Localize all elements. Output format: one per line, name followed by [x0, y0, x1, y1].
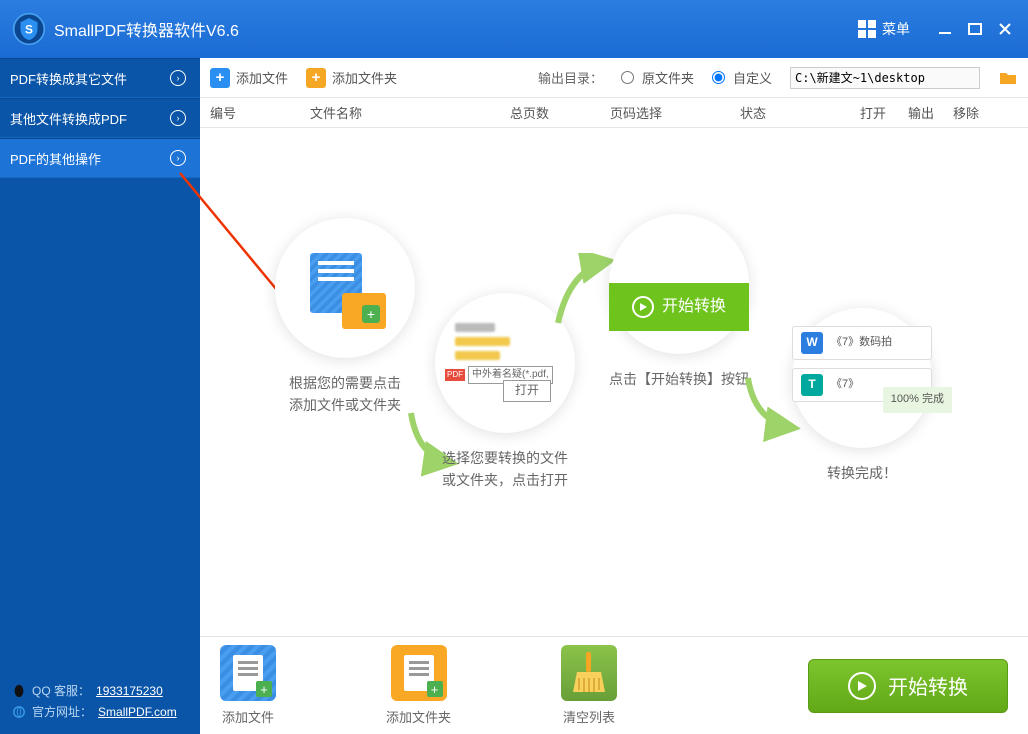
app-logo-icon: S [12, 12, 46, 46]
step3-caption: 点击【开始转换】按钮 [594, 368, 764, 390]
add-file-label: 添加文件 [236, 68, 288, 87]
progress-badge: 100% 完成 [883, 387, 952, 413]
globe-icon [12, 705, 26, 719]
output-radio-custom[interactable]: 自定义 [712, 68, 772, 87]
col-pagesel: 页码选择 [610, 103, 740, 122]
menu-grid-icon [858, 20, 876, 38]
tutorial-step-3: 开始转换 点击【开始转换】按钮 [594, 214, 764, 390]
site-link[interactable]: SmallPDF.com [98, 705, 177, 719]
menu-button[interactable]: 菜单 [858, 19, 910, 39]
app-window: S SmallPDF转换器软件V6.6 菜单 PDF转换成其它文件 › 其他文件… [0, 0, 1028, 734]
start-label: 开始转换 [888, 671, 968, 700]
folder-icon [999, 70, 1017, 85]
sidebar-item-pdf-to-other[interactable]: PDF转换成其它文件 › [0, 58, 200, 98]
content-area: + 根据您的需要点击 添加文件或文件夹 [200, 128, 1028, 636]
app-title: SmallPDF转换器软件V6.6 [54, 17, 858, 41]
col-filename: 文件名称 [310, 103, 510, 122]
text-icon: T [801, 374, 823, 396]
add-folder-button[interactable]: + 添加文件夹 [306, 68, 397, 88]
word-icon: W [801, 332, 823, 354]
result-filename: 《7》 [831, 376, 859, 394]
play-icon [848, 672, 876, 700]
add-file-icon: + [210, 68, 230, 88]
output-dir-label: 输出目录： [538, 68, 603, 87]
minimize-button[interactable] [930, 14, 960, 44]
sidebar-footer: QQ 客服： 1933175230 官方网址： SmallPDF.com [0, 668, 200, 734]
add-folder-label: 添加文件夹 [332, 68, 397, 87]
col-remove: 移除 [953, 103, 998, 122]
qq-label: QQ 客服： [32, 682, 90, 699]
add-file-button[interactable]: + 添加文件 [210, 68, 288, 88]
titlebar: S SmallPDF转换器软件V6.6 菜单 [0, 0, 1028, 58]
start-convert-button[interactable]: 开始转换 [808, 659, 1008, 713]
qq-link[interactable]: 1933175230 [96, 684, 163, 698]
result-filename: 《7》数码拍 [831, 334, 892, 352]
chevron-right-icon: › [170, 150, 186, 166]
play-icon [632, 296, 654, 318]
start-convert-mock-button: 开始转换 [609, 283, 749, 331]
pdf-icon: PDF [445, 369, 465, 381]
sidebar-item-other-to-pdf[interactable]: 其他文件转换成PDF › [0, 98, 200, 138]
col-pages: 总页数 [510, 103, 610, 122]
sidebar-item-label: 其他文件转换成PDF [10, 109, 127, 128]
tutorial-step-2: PDF 中外着名疑(*.pdf, 打开 选择您要转换的文件 或文件夹，点击打开 [420, 293, 590, 492]
step4-caption: 转换完成！ [772, 462, 952, 484]
sidebar-item-label: PDF转换成其它文件 [10, 69, 127, 88]
output-path-input[interactable] [790, 67, 980, 89]
tutorial-step-4: W 《7》数码拍 T 《7》 100% 完成 转换完成！ [772, 308, 952, 484]
step2-caption: 选择您要转换的文件 或文件夹，点击打开 [420, 447, 590, 492]
sidebar-item-pdf-ops[interactable]: PDF的其他操作 › [0, 138, 200, 178]
file-browser-mock: PDF 中外着名疑(*.pdf, 打开 [445, 318, 565, 418]
result-item: W 《7》数码拍 [792, 326, 932, 360]
chevron-right-icon: › [170, 70, 186, 86]
qq-icon [12, 684, 26, 698]
toolbar: + 添加文件 + 添加文件夹 输出目录： 原文件夹 自定义 [200, 58, 1028, 98]
maximize-button[interactable] [960, 14, 990, 44]
sidebar: PDF转换成其它文件 › 其他文件转换成PDF › PDF的其他操作 › QQ … [0, 58, 200, 734]
plus-icon: + [362, 305, 380, 323]
mock-open-button: 打开 [503, 380, 551, 402]
bottombar: + 添加文件 + 添加文件夹 [200, 636, 1028, 734]
col-id: 编号 [210, 103, 310, 122]
close-button[interactable] [990, 14, 1020, 44]
add-file-big-button[interactable]: + 添加文件 [220, 645, 276, 726]
svg-text:S: S [25, 22, 33, 36]
main-panel: + 添加文件 + 添加文件夹 输出目录： 原文件夹 自定义 [200, 58, 1028, 734]
clear-list-button[interactable]: 清空列表 [561, 645, 617, 726]
col-output: 输出 [908, 103, 953, 122]
add-file-big-icon: + [220, 645, 276, 701]
sidebar-item-label: PDF的其他操作 [10, 149, 101, 168]
col-status: 状态 [740, 103, 860, 122]
output-radio-source[interactable]: 原文件夹 [621, 68, 694, 87]
add-folder-big-icon: + [391, 645, 447, 701]
step1-caption: 根据您的需要点击 添加文件或文件夹 [260, 372, 430, 417]
add-folder-icon: + [306, 68, 326, 88]
site-label: 官方网址： [32, 703, 92, 720]
broom-icon [561, 645, 617, 701]
add-folder-big-button[interactable]: + 添加文件夹 [386, 645, 451, 726]
chevron-right-icon: › [170, 110, 186, 126]
col-open: 打开 [860, 103, 908, 122]
browse-folder-button[interactable] [998, 69, 1018, 87]
tutorial-step-1: + 根据您的需要点击 添加文件或文件夹 [260, 218, 430, 417]
table-header: 编号 文件名称 总页数 页码选择 状态 打开 输出 移除 [200, 98, 1028, 128]
menu-label: 菜单 [882, 19, 910, 39]
